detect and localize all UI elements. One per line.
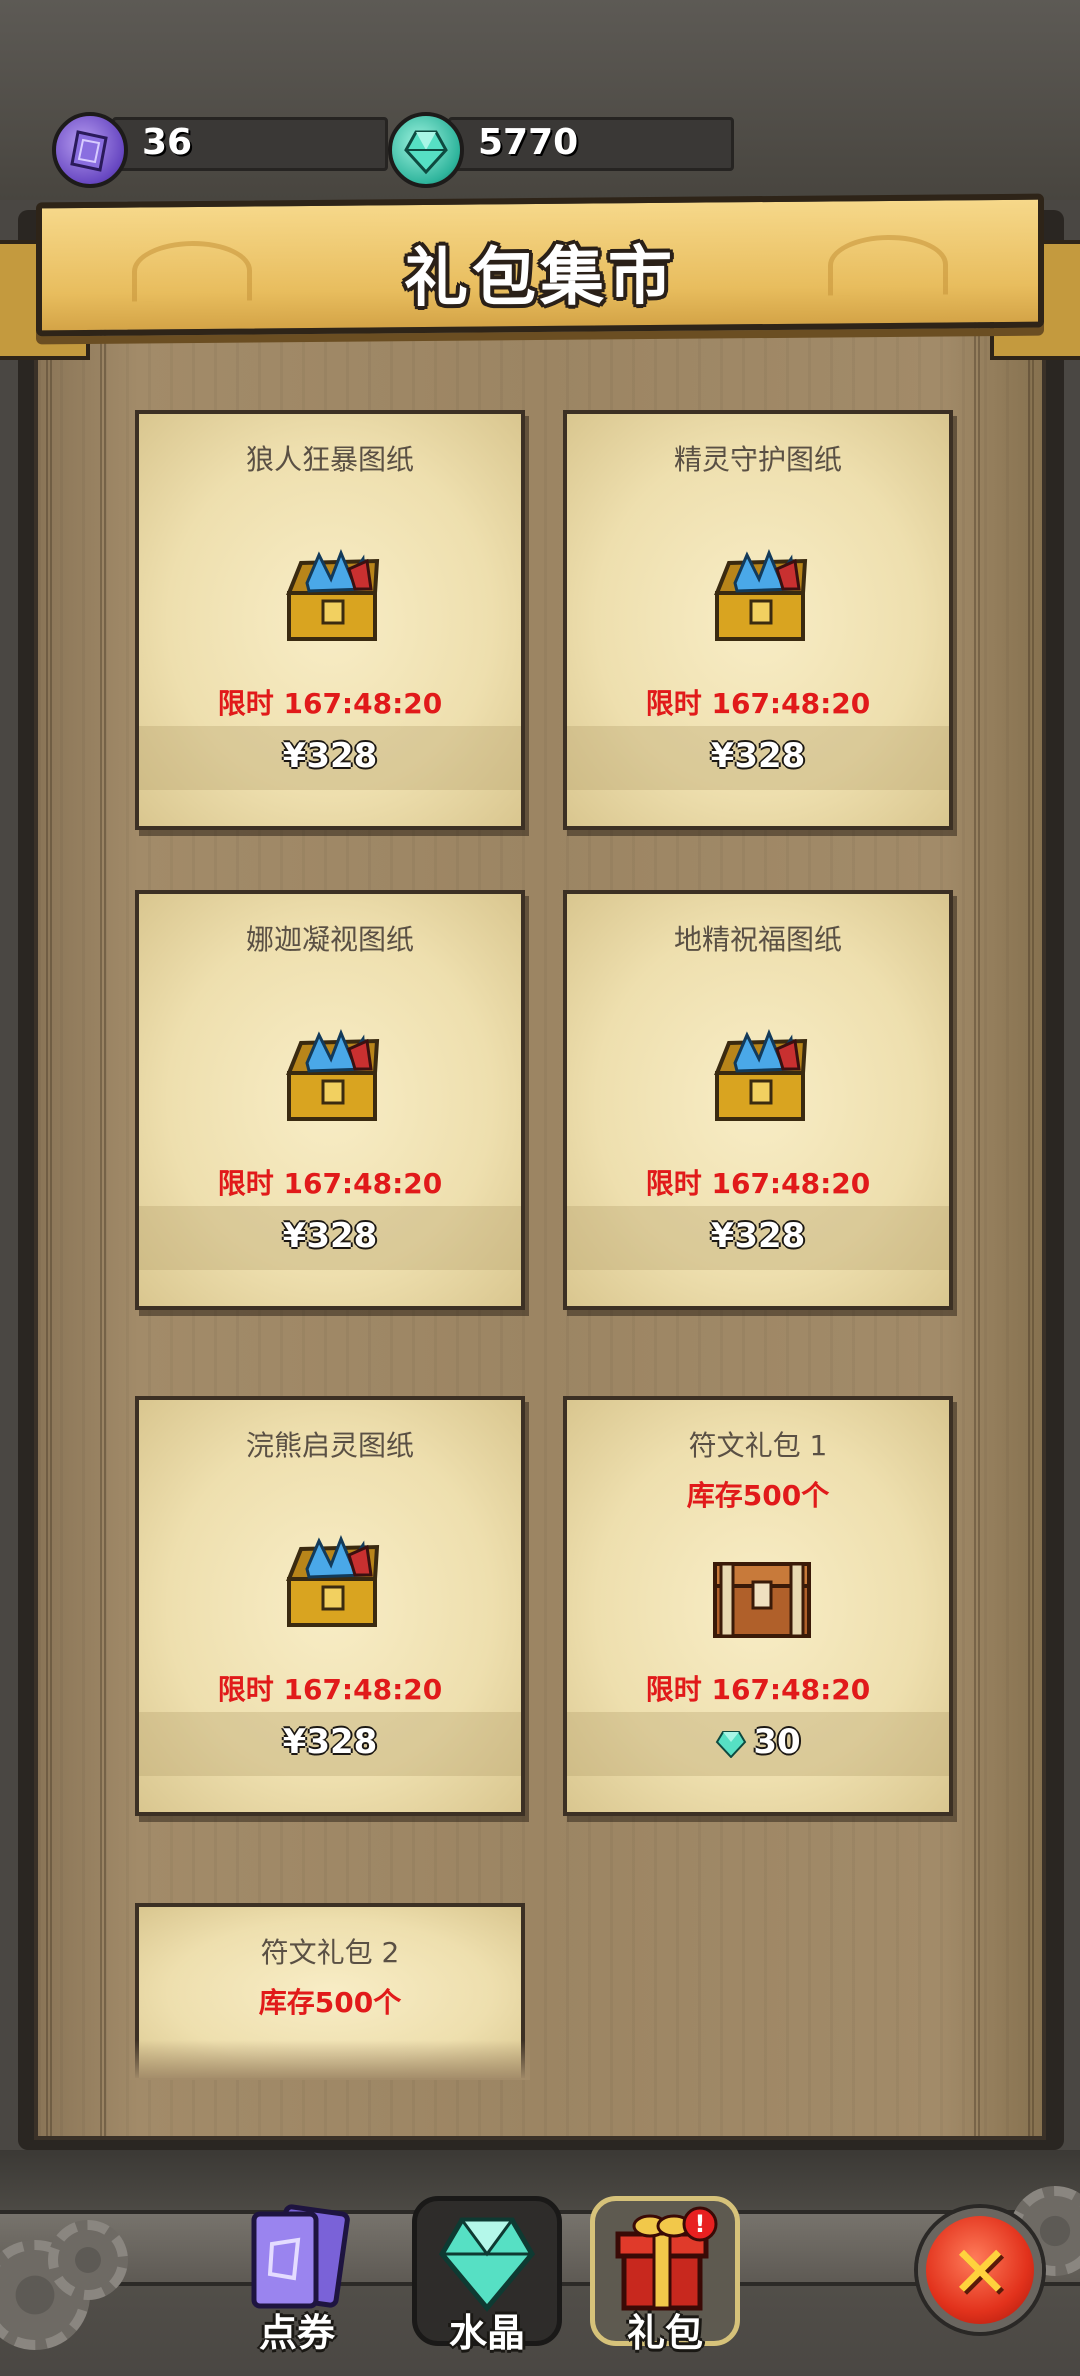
shop-item-card[interactable]: 浣熊启灵图纸 限时 167:48:20 ¥328 [135,1396,525,1816]
tab-crystals-label: 水晶 [448,2311,525,2355]
treasure-chest-icon [286,1029,380,1121]
shop-item-card[interactable]: 地精祝福图纸 限时 167:48:20 ¥328 [563,890,953,1310]
shop-item-card[interactable]: 精灵守护图纸 限时 167:48:20 ¥328 [563,410,953,830]
shop-item-card[interactable]: 符文礼包 1 库存500个 限时 167:48:20 30 [563,1396,953,1816]
gear-decoration-left-small [48,2220,128,2300]
top-resource-bar: 36 5770 [0,0,1080,200]
limited-time-countdown: 限时 167:48:20 [645,1673,871,1706]
crystal-balance-value: 5770 [478,122,579,163]
shop-item-card[interactable]: 狼人狂暴图纸 限时 167:48:20 ¥328 [135,410,525,830]
left-ornament [46,304,106,2136]
shop-item-card[interactable]: 娜迦凝视图纸 限时 167:48:20 ¥328 [135,890,525,1310]
crystal-icon [388,112,464,188]
right-ornament [974,304,1034,2136]
item-name: 浣熊启灵图纸 [245,1429,414,1462]
ticket-balance-value: 36 [142,122,193,163]
stock-label: 库存500个 [686,1479,830,1512]
price-label[interactable]: ¥328 [139,1216,521,1256]
stock-label: 库存500个 [258,1986,402,2019]
item-name: 娜迦凝视图纸 [245,923,414,956]
scroll-fade [130,2040,530,2080]
price-value: 30 [753,1722,801,1762]
limited-time-countdown: 限时 167:48:20 [645,687,871,720]
limited-time-countdown: 限时 167:48:20 [217,687,443,720]
price-label[interactable]: ¥328 [139,1722,521,1762]
price-label[interactable]: ¥328 [567,736,949,776]
crystal-icon [716,1730,747,1758]
tab-gift-packs-label: 礼包 [626,2311,703,2355]
tab-tickets-label: 点券 [258,2311,335,2355]
price-value: ¥328 [282,1722,378,1762]
tab-gift-packs[interactable]: ! 礼包 [590,2196,740,2366]
tab-tickets[interactable]: 点券 [222,2196,372,2366]
limited-time-countdown: 限时 167:48:20 [217,1673,443,1706]
price-value: ¥328 [282,736,378,776]
page-title: 礼包集市 [404,239,676,317]
limited-time-countdown: 限时 167:48:20 [217,1167,443,1200]
price-label[interactable]: ¥328 [567,1216,949,1256]
item-name: 符文礼包 1 [688,1429,828,1462]
wooden-chest-icon [713,1562,811,1638]
treasure-chest-icon [286,1535,380,1627]
close-icon: ✕ [949,2230,1011,2314]
price-value: ¥328 [710,736,806,776]
item-name: 符文礼包 2 [260,1936,400,1969]
svg-text:!: ! [695,2210,706,2238]
treasure-chest-icon [286,549,380,641]
item-name: 精灵守护图纸 [673,443,842,476]
price-value: ¥328 [282,1216,378,1256]
limited-time-countdown: 限时 167:48:20 [645,1167,871,1200]
price-label[interactable]: ¥328 [139,736,521,776]
close-button[interactable]: ✕ [918,2208,1042,2332]
title-banner: 礼包集市 [36,193,1044,337]
treasure-chest-icon [714,1029,808,1121]
ticket-icon [52,112,128,188]
item-name: 狼人狂暴图纸 [245,443,414,476]
tab-crystals[interactable]: 水晶 [412,2196,562,2366]
treasure-chest-icon [714,549,808,641]
price-label[interactable]: 30 [567,1722,949,1762]
item-name: 地精祝福图纸 [673,923,842,956]
price-value: ¥328 [710,1216,806,1256]
